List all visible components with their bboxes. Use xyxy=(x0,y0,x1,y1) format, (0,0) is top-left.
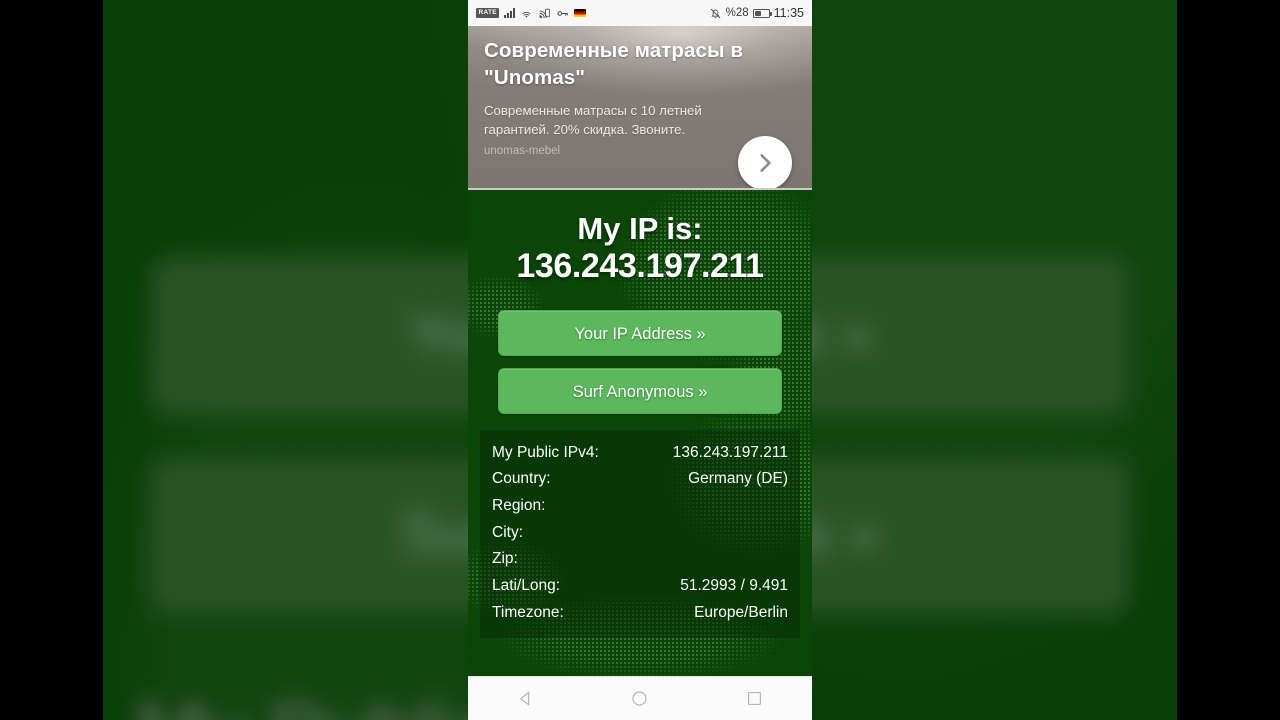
battery-percent-label: %28 xyxy=(725,7,749,19)
ip-hero: My IP is: 136.243.197.211 xyxy=(468,190,812,288)
row-label: City: xyxy=(492,523,523,541)
table-row: City: xyxy=(492,520,788,547)
status-bar-left-icons: RATE xyxy=(476,7,587,20)
battery-icon xyxy=(752,8,772,18)
ad-description: Современные матрасы с 10 летней гарантие… xyxy=(484,103,702,138)
letterbox-right xyxy=(1177,0,1280,720)
your-ip-address-button[interactable]: Your IP Address » xyxy=(498,309,782,356)
action-buttons: Your IP Address » Surf Anonymous » xyxy=(468,288,812,414)
row-label: My Public IPv4: xyxy=(492,443,599,461)
ad-title: Современные матрасы в "Unomas" xyxy=(484,39,744,90)
table-row: Lati/Long: 51.2993 / 9.491 xyxy=(492,573,788,600)
letterbox-left xyxy=(0,0,103,720)
rate-badge-icon: RATE xyxy=(476,7,500,19)
android-navigation-bar xyxy=(468,676,812,720)
table-row: Region: xyxy=(492,493,788,520)
table-row: Zip: xyxy=(492,546,788,573)
status-bar-clock: 11:35 xyxy=(773,6,804,20)
status-bar: RATE %28 11:35 xyxy=(468,0,812,26)
home-circle-icon xyxy=(632,691,648,706)
row-label: Lati/Long: xyxy=(492,577,561,595)
table-row: Timezone: Europe/Berlin xyxy=(492,600,788,627)
table-row: My Public IPv4: 136.243.197.211 xyxy=(492,440,788,467)
row-value: 136.243.197.211 xyxy=(672,443,788,461)
recents-square-icon xyxy=(748,691,762,706)
chevron-right-icon xyxy=(760,154,771,172)
row-label: Timezone: xyxy=(492,603,564,621)
signal-bars-icon xyxy=(504,8,516,18)
status-bar-right-icons: %28 11:35 xyxy=(709,6,804,20)
back-triangle-icon xyxy=(519,691,530,706)
ip-details-table: My Public IPv4: 136.243.197.211 Country:… xyxy=(480,429,800,639)
nav-home-button[interactable] xyxy=(612,677,668,720)
row-label: Zip: xyxy=(492,550,518,568)
nav-back-button[interactable] xyxy=(497,677,553,720)
wifi-icon xyxy=(520,7,533,20)
advertisement-banner[interactable]: Современные матрасы в "Unomas" Современн… xyxy=(468,26,812,190)
cast-icon xyxy=(538,7,551,20)
row-value: Europe/Berlin xyxy=(694,603,788,621)
row-label: Country: xyxy=(492,470,551,488)
table-row: Country: Germany (DE) xyxy=(492,466,788,493)
row-value: Germany (DE) xyxy=(688,470,788,488)
vpn-key-icon xyxy=(556,7,569,20)
phone-screen: RATE %28 11:35 Современные матрасы в "Un… xyxy=(468,0,812,720)
backdrop-label: My Public xyxy=(136,688,495,720)
surf-anonymous-button[interactable]: Surf Anonymous » xyxy=(498,367,782,414)
german-flag-icon xyxy=(574,9,587,17)
my-ip-heading: My IP is: xyxy=(577,211,703,246)
nav-recents-button[interactable] xyxy=(727,677,783,720)
ip-address-display: 136.243.197.211 xyxy=(516,247,764,286)
mute-bell-icon xyxy=(709,7,722,20)
screenshot-stage: 136.243.197.211 Your IP Address » Surf A… xyxy=(0,0,1280,720)
row-value: 51.2993 / 9.491 xyxy=(680,577,788,595)
ip-content-area: My IP is: 136.243.197.211 Your IP Addres… xyxy=(468,190,812,676)
row-label: Region: xyxy=(492,496,546,514)
ad-cta-button[interactable] xyxy=(738,136,792,188)
